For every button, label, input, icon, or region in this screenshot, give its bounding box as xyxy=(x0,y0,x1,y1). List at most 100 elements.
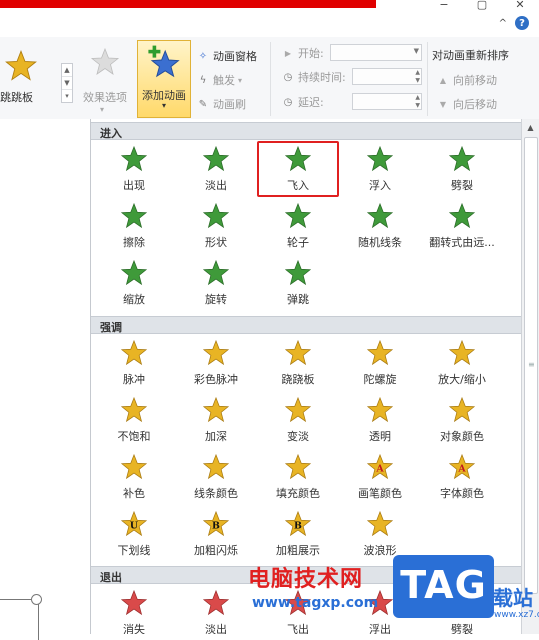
gallery-item[interactable]: 弹跳 xyxy=(257,255,339,311)
start-row: ▶ 开始: xyxy=(281,45,324,61)
gallery-item[interactable]: 擦除 xyxy=(93,198,175,254)
gallery-item[interactable]: 浮入 xyxy=(339,141,421,197)
gallery-item-label: 加粗闪烁 xyxy=(194,544,238,557)
gallery-item[interactable]: 线条颜色 xyxy=(175,449,257,505)
maximize-button[interactable]: ▢ xyxy=(463,0,501,14)
gallery-item-label: 翻转式由远... xyxy=(429,236,495,249)
gallery-item[interactable]: 彩色脉冲 xyxy=(175,335,257,391)
star-bold-reveal-icon: B xyxy=(284,510,312,537)
watermark-side-text: 载站 xyxy=(493,586,533,610)
exit-section-title: 退出 xyxy=(100,571,122,584)
scroll-up-icon[interactable]: ▲ xyxy=(522,120,539,136)
watermark-text: 电脑技术网 xyxy=(248,567,364,592)
duration-input[interactable]: ▲ ▼ xyxy=(352,68,422,85)
watermark-side-url: www.xz7.com xyxy=(494,610,539,620)
minimize-button[interactable]: − xyxy=(425,0,463,14)
resize-handle[interactable] xyxy=(31,594,42,605)
gallery-item[interactable]: 淡出 xyxy=(175,585,257,634)
watermark-url: www.tagxp.com xyxy=(252,595,379,611)
gallery-item[interactable]: B 加粗闪烁 xyxy=(175,506,257,562)
gallery-item-label: 劈裂 xyxy=(451,179,473,192)
star-fade-out-icon xyxy=(202,589,230,616)
gallery-item-label: 透明 xyxy=(369,430,391,443)
gallery-scrollbar[interactable]: ▲ ≡ xyxy=(521,119,539,634)
gallery-item[interactable]: 形状 xyxy=(175,198,257,254)
lightning-icon: ϟ xyxy=(199,74,207,86)
star-teeter-icon xyxy=(284,339,312,366)
ribbon-separator xyxy=(270,42,271,116)
star-color-pulse-icon xyxy=(202,339,230,366)
reorder-title: 对动画重新排序 xyxy=(432,47,509,63)
gallery-item[interactable]: A 字体颜色 xyxy=(421,449,503,505)
gallery-item[interactable]: 淡出 xyxy=(175,141,257,197)
move-earlier-button[interactable]: ▲ 向前移动 xyxy=(436,72,497,88)
star-disappear-icon xyxy=(120,589,148,616)
star-desaturate-icon xyxy=(120,396,148,423)
gallery-item-label: 旋转 xyxy=(205,293,227,306)
gallery-item[interactable]: 对象颜色 xyxy=(421,392,503,448)
delay-input[interactable]: ▲ ▼ xyxy=(352,93,422,110)
effect-options-button[interactable]: 效果选项 ▾ xyxy=(78,45,132,114)
reorder-title-label: 对动画重新排序 xyxy=(432,49,509,62)
gallery-item-label: 变淡 xyxy=(287,430,309,443)
svg-text:U: U xyxy=(130,521,138,532)
star-line-color-icon xyxy=(202,453,230,480)
gallery-item[interactable]: 透明 xyxy=(339,392,421,448)
gallery-item[interactable]: 出现 xyxy=(93,141,175,197)
gallery-item[interactable]: 随机线条 xyxy=(339,198,421,254)
gallery-item[interactable]: 飞入 xyxy=(257,141,339,197)
start-label: 开始: xyxy=(298,47,324,60)
scroll-thumb[interactable]: ≡ xyxy=(524,137,538,594)
collapse-ribbon-icon[interactable]: ^ xyxy=(499,18,507,29)
gallery-item[interactable]: B 加粗展示 xyxy=(257,506,339,562)
gallery-item[interactable]: 填充颜色 xyxy=(257,449,339,505)
trigger-button[interactable]: ϟ 触发 ▾ xyxy=(196,72,242,88)
gallery-item[interactable]: 消失 xyxy=(93,585,175,634)
star-fill-color-icon xyxy=(284,453,312,480)
scroll-up-icon[interactable]: ▲ xyxy=(62,64,72,77)
gallery-item[interactable]: 旋转 xyxy=(175,255,257,311)
gallery-item[interactable]: 陀螺旋 xyxy=(339,335,421,391)
move-later-button[interactable]: ▼ 向后移动 xyxy=(436,96,497,112)
gallery-item-label: 跷跷板 xyxy=(281,373,315,386)
gallery-item[interactable]: 补色 xyxy=(93,449,175,505)
start-select[interactable]: ▼ xyxy=(330,44,422,61)
triangle-down-icon: ▼ xyxy=(439,99,447,109)
delay-label: 延迟: xyxy=(298,96,324,109)
svg-text:B: B xyxy=(212,521,220,532)
more-icon[interactable]: ▾ xyxy=(62,90,72,102)
add-animation-button[interactable]: 添加动画 ▾ xyxy=(137,40,191,118)
gallery-item[interactable]: 不饱和 xyxy=(93,392,175,448)
gallery-item-label: 对象颜色 xyxy=(440,430,484,443)
gallery-item[interactable]: 跷跷板 xyxy=(257,335,339,391)
triangle-up-icon: ▲ xyxy=(439,75,447,85)
effect-gallery-scroller[interactable]: ▲ ▼ ▾ xyxy=(61,63,73,103)
star-bold-flash-icon: B xyxy=(202,510,230,537)
star-random-bars-icon xyxy=(366,202,394,229)
star-wipe-icon xyxy=(120,202,148,229)
gallery-item[interactable]: U 下划线 xyxy=(93,506,175,562)
gallery-item-label: 飞出 xyxy=(287,623,309,634)
gallery-item[interactable]: 翻转式由远... xyxy=(421,198,503,254)
star-float-in-icon xyxy=(366,145,394,172)
scroll-down-icon[interactable]: ▼ xyxy=(62,77,72,90)
animation-pane-button[interactable]: ✧ 动画窗格 xyxy=(196,48,257,64)
animation-painter-label: 动画刷 xyxy=(213,98,246,111)
gallery-item[interactable]: 轮子 xyxy=(257,198,339,254)
animation-painter-button[interactable]: ✎ 动画刷 xyxy=(196,96,246,112)
gallery-item[interactable]: 缩放 xyxy=(93,255,175,311)
gallery-item[interactable]: 放大/缩小 xyxy=(421,335,503,391)
star-spin-icon xyxy=(366,339,394,366)
gallery-item[interactable]: 加深 xyxy=(175,392,257,448)
gallery-item[interactable]: A 画笔颜色 xyxy=(339,449,421,505)
gallery-item-label: 脉冲 xyxy=(123,373,145,386)
painter-brush-icon: ✎ xyxy=(198,98,208,110)
gallery-item[interactable]: 劈裂 xyxy=(421,141,503,197)
gallery-item[interactable]: 波浪形 xyxy=(339,506,421,562)
help-icon[interactable]: ? xyxy=(515,16,529,30)
gallery-item[interactable]: 变淡 xyxy=(257,392,339,448)
trigger-label: 触发 xyxy=(213,74,235,87)
current-effect-button[interactable]: 跳跳板 xyxy=(0,45,56,105)
gallery-item[interactable]: 脉冲 xyxy=(93,335,175,391)
close-button[interactable]: ✕ xyxy=(501,0,539,14)
